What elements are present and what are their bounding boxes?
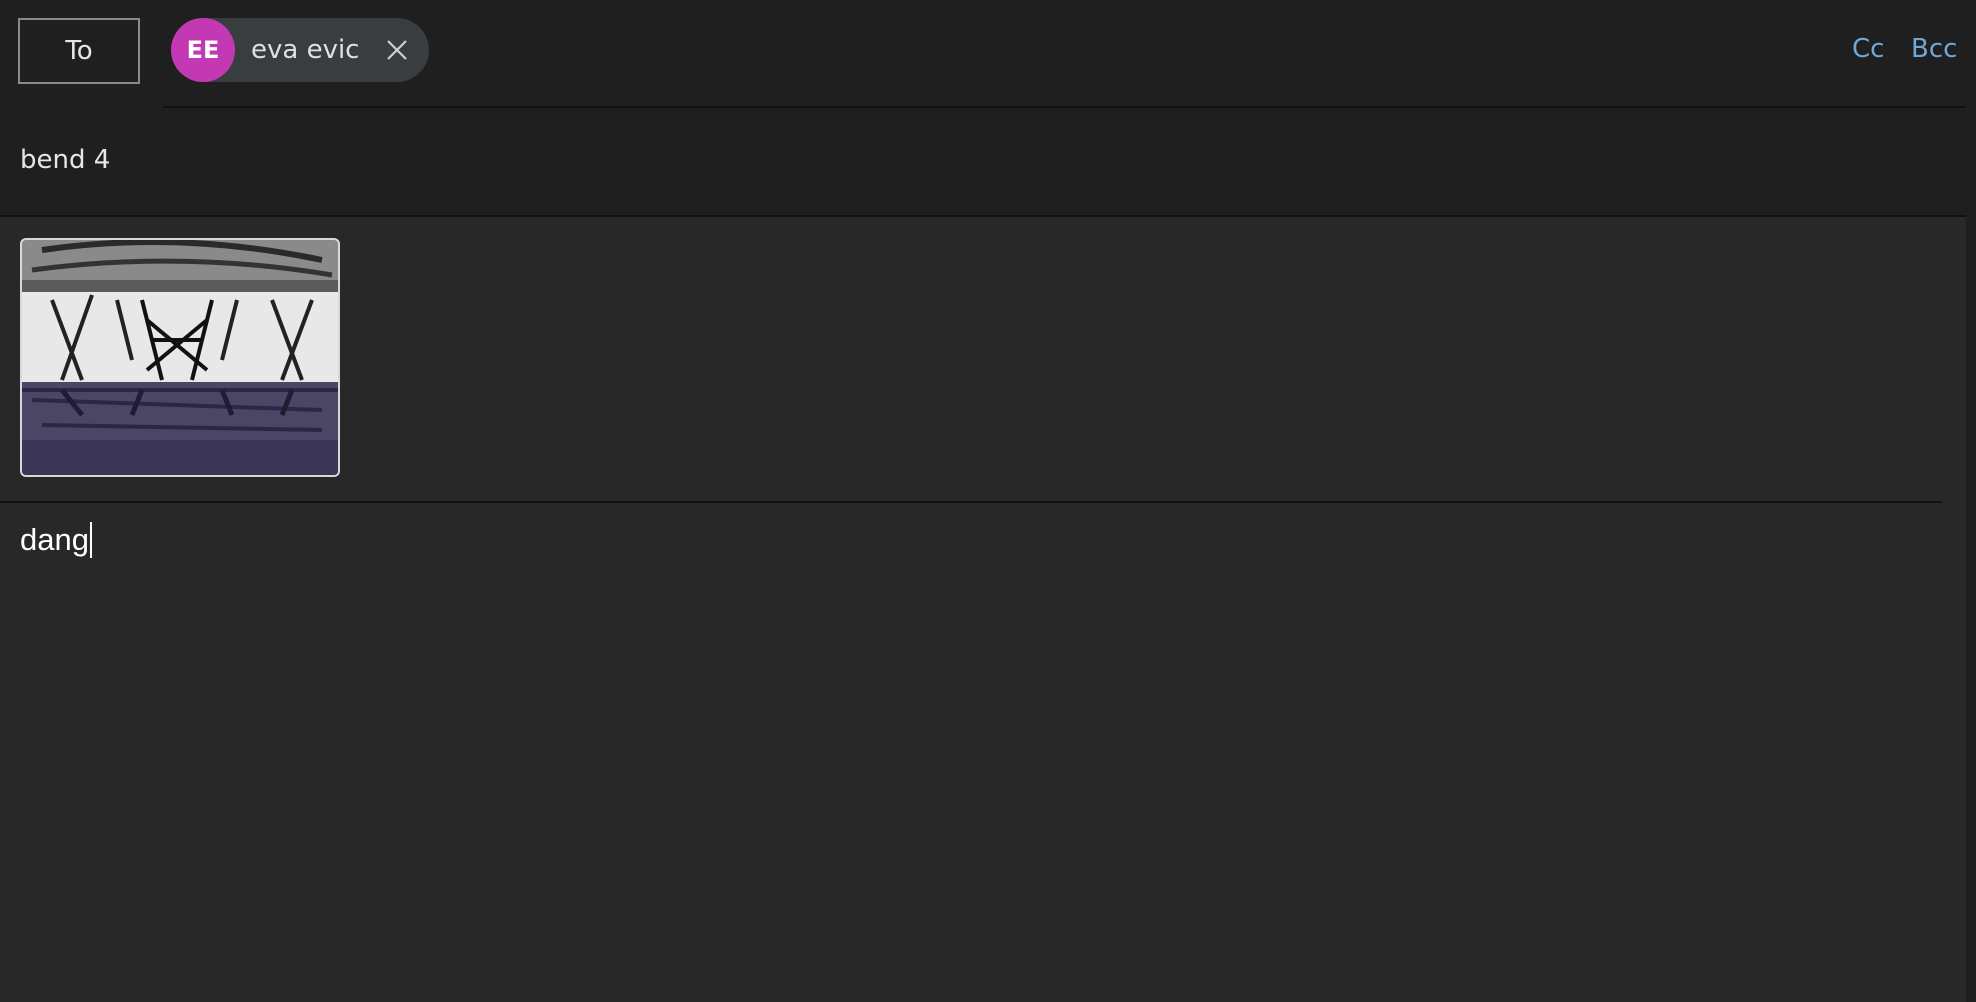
message-body[interactable]: dang bbox=[20, 522, 92, 558]
bcc-button[interactable]: Bcc bbox=[1911, 34, 1957, 64]
to-row: To EE eva evic Cc Bcc bbox=[0, 0, 1966, 107]
divider bbox=[0, 501, 1942, 503]
avatar: EE bbox=[171, 18, 235, 82]
inline-image-attachment[interactable] bbox=[20, 238, 340, 477]
message-body-text: dang bbox=[20, 522, 89, 557]
divider bbox=[163, 106, 1966, 108]
window-edge bbox=[1966, 0, 1976, 1002]
recipient-name: eva evic bbox=[251, 35, 360, 65]
subject-field[interactable]: bend 4 bbox=[20, 145, 110, 175]
compose-header: To EE eva evic Cc Bcc bend 4 bbox=[0, 0, 1966, 217]
compose-pane: To EE eva evic Cc Bcc bend 4 dang bbox=[0, 0, 1966, 1002]
to-button[interactable]: To bbox=[18, 18, 140, 84]
cc-button[interactable]: Cc bbox=[1852, 34, 1884, 64]
text-caret bbox=[89, 522, 92, 558]
close-icon[interactable] bbox=[381, 34, 413, 66]
image-icon bbox=[22, 240, 338, 475]
recipient-chip[interactable]: EE eva evic bbox=[171, 18, 429, 82]
